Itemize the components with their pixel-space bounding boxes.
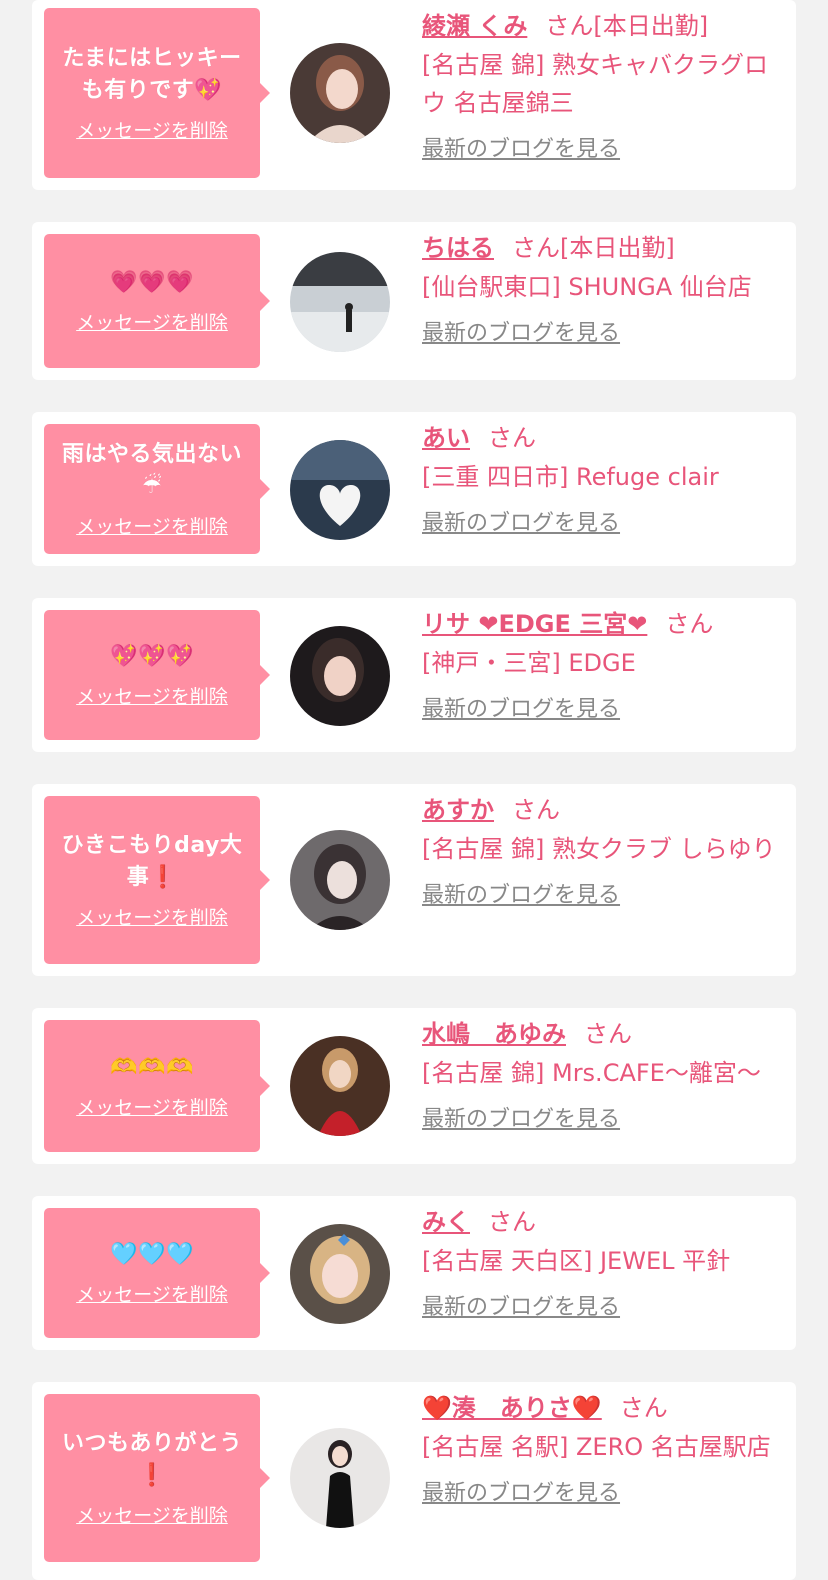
avatar[interactable] <box>290 1428 390 1528</box>
woman-red-dress-avatar-icon <box>290 1036 390 1136</box>
shop-name: [仙台駅東口] SHUNGA 仙台店 <box>422 273 752 301</box>
snow-scene-avatar-icon <box>290 252 390 352</box>
message-bubble: 雨はやる気出ない☔ メッセージを削除 <box>44 424 270 554</box>
entry-info: あすか さん [名古屋 錦] 熟女クラブ しらゆり 最新のブログを見る <box>422 790 782 912</box>
status-badge: [本日出勤] <box>593 12 709 40</box>
latest-blog-link[interactable]: 最新のブログを見る <box>422 1478 620 1510</box>
cast-name-link[interactable]: ❤️湊 ありさ❤️ <box>422 1394 602 1422</box>
honorific: さん <box>512 796 560 824</box>
shop-name: [神戸・三宮] EDGE <box>422 649 636 677</box>
woman-black-dress-avatar-icon <box>290 1428 390 1528</box>
honorific: さん <box>584 1020 632 1048</box>
delete-message-link[interactable]: メッセージを削除 <box>76 906 228 930</box>
message-bubble: 🩵🩵🩵 メッセージを削除 <box>44 1208 270 1338</box>
message-text: たまにはヒッキーも有りです💖 <box>62 46 242 103</box>
entry-info: 水嶋 あゆみ さん [名古屋 錦] Mrs.CAFE〜離宮〜 最新のブログを見る <box>422 1014 782 1136</box>
honorific: さん <box>488 424 536 452</box>
latest-blog-link[interactable]: 最新のブログを見る <box>422 1292 620 1324</box>
woman-portrait-avatar-icon <box>290 43 390 143</box>
delete-message-link[interactable]: メッセージを削除 <box>76 1096 228 1120</box>
delete-message-link[interactable]: メッセージを削除 <box>76 119 228 143</box>
cast-name-link[interactable]: 綾瀬 くみ <box>422 12 527 40</box>
avatar[interactable] <box>290 1224 390 1324</box>
cast-name-link[interactable]: あすか <box>422 796 494 824</box>
status-badge: [本日出勤] <box>560 234 675 262</box>
message-bubble: たまにはヒッキーも有りです💖 メッセージを削除 <box>44 8 270 178</box>
name-row: 水嶋 あゆみ さん <box>422 1014 782 1054</box>
honorific: さん <box>619 1394 668 1422</box>
latest-blog-link[interactable]: 最新のブログを見る <box>422 134 620 166</box>
honorific: さん <box>545 12 594 40</box>
list-item: 💖💖💖 メッセージを削除 リサ ❤EDGE 三宮❤ さん [神戸・三宮] EDGE… <box>32 598 796 752</box>
message-text: 雨はやる気出ない☔ <box>61 442 242 499</box>
woman-portrait-avatar-icon <box>290 830 390 930</box>
shop-name: [名古屋 名駅] ZERO 名古屋駅店 <box>422 1433 771 1461</box>
message-bubble: ひきこもりday大事❗ メッセージを削除 <box>44 796 270 964</box>
message-text: 💗💗💗 <box>110 270 194 295</box>
shop-name: [名古屋 天白区] JEWEL 平針 <box>422 1247 731 1275</box>
avatar[interactable] <box>290 1036 390 1136</box>
entry-info: あい さん [三重 四日市] Refuge clair 最新のブログを見る <box>422 418 782 540</box>
entry-info: ❤️湊 ありさ❤️ さん [名古屋 名駅] ZERO 名古屋駅店 最新のブログを見… <box>422 1388 782 1510</box>
avatar[interactable] <box>290 440 390 540</box>
message-bubble: 💗💗💗 メッセージを削除 <box>44 234 270 368</box>
message-bubble: 🫶🫶🫶 メッセージを削除 <box>44 1020 270 1152</box>
name-row: みく さん <box>422 1202 782 1242</box>
entry-info: 綾瀬 くみ さん[本日出勤] [名古屋 錦] 熟女キャバクラグロウ 名古屋錦三 最… <box>422 6 782 166</box>
shop-name: [名古屋 錦] Mrs.CAFE〜離宮〜 <box>422 1059 761 1087</box>
shop-name: [三重 四日市] Refuge clair <box>422 463 719 491</box>
message-text: いつもありがとう❗ <box>61 1431 242 1488</box>
list-item: たまにはヒッキーも有りです💖 メッセージを削除 綾瀬 くみ さん[本日出勤] [名… <box>32 0 796 190</box>
heart-avatar-icon <box>290 440 390 540</box>
list-item: ひきこもりday大事❗ メッセージを削除 あすか さん [名古屋 錦] 熟女クラブ… <box>32 784 796 976</box>
name-row: 綾瀬 くみ さん[本日出勤] <box>422 6 782 46</box>
woman-portrait-avatar-icon <box>290 1224 390 1324</box>
list-item: 💗💗💗 メッセージを削除 ちはる さん[本日出勤] [仙台駅東口] SHUNGA … <box>32 222 796 380</box>
delete-message-link[interactable]: メッセージを削除 <box>76 1504 228 1528</box>
delete-message-link[interactable]: メッセージを削除 <box>76 311 228 335</box>
message-text: 🫶🫶🫶 <box>110 1055 194 1080</box>
message-bubble: 💖💖💖 メッセージを削除 <box>44 610 270 740</box>
honorific: さん <box>512 234 560 262</box>
delete-message-link[interactable]: メッセージを削除 <box>76 685 228 709</box>
cast-name-link[interactable]: あい <box>422 424 470 452</box>
name-row: ちはる さん[本日出勤] <box>422 228 782 268</box>
name-row: あすか さん <box>422 790 782 830</box>
entry-info: みく さん [名古屋 天白区] JEWEL 平針 最新のブログを見る <box>422 1202 782 1324</box>
delete-message-link[interactable]: メッセージを削除 <box>76 515 228 539</box>
shop-name: [名古屋 錦] 熟女キャバクラグロウ 名古屋錦三 <box>422 51 768 117</box>
latest-blog-link[interactable]: 最新のブログを見る <box>422 508 620 540</box>
latest-blog-link[interactable]: 最新のブログを見る <box>422 318 620 350</box>
avatar[interactable] <box>290 626 390 726</box>
entry-info: ちはる さん[本日出勤] [仙台駅東口] SHUNGA 仙台店 最新のブログを見る <box>422 228 782 350</box>
cast-name-link[interactable]: 水嶋 あゆみ <box>422 1020 566 1048</box>
message-text: ひきこもりday大事❗ <box>61 833 243 890</box>
cast-name-link[interactable]: ちはる <box>422 234 494 262</box>
delete-message-link[interactable]: メッセージを削除 <box>76 1283 228 1307</box>
latest-blog-link[interactable]: 最新のブログを見る <box>422 1104 620 1136</box>
list-item: いつもありがとう❗ メッセージを削除 ❤️湊 ありさ❤️ さん [名古屋 名駅] … <box>32 1382 796 1580</box>
latest-blog-link[interactable]: 最新のブログを見る <box>422 880 620 912</box>
message-text: 🩵🩵🩵 <box>110 1242 194 1267</box>
woman-portrait-avatar-icon <box>290 626 390 726</box>
avatar[interactable] <box>290 830 390 930</box>
shop-name: [名古屋 錦] 熟女クラブ しらゆり <box>422 835 776 863</box>
name-row: リサ ❤EDGE 三宮❤ さん <box>422 604 782 644</box>
name-row: あい さん <box>422 418 782 458</box>
name-row: ❤️湊 ありさ❤️ さん <box>422 1388 782 1428</box>
latest-blog-link[interactable]: 最新のブログを見る <box>422 694 620 726</box>
message-bubble: いつもありがとう❗ メッセージを削除 <box>44 1394 270 1562</box>
entry-info: リサ ❤EDGE 三宮❤ さん [神戸・三宮] EDGE 最新のブログを見る <box>422 604 782 726</box>
list-item: 🩵🩵🩵 メッセージを削除 みく さん [名古屋 天白区] JEWEL 平針 最新の… <box>32 1196 796 1350</box>
avatar[interactable] <box>290 252 390 352</box>
message-text: 💖💖💖 <box>110 644 194 669</box>
cast-name-link[interactable]: みく <box>422 1208 470 1236</box>
honorific: さん <box>665 610 714 638</box>
honorific: さん <box>488 1208 536 1236</box>
cast-name-link[interactable]: リサ ❤EDGE 三宮❤ <box>422 610 647 638</box>
list-item: 雨はやる気出ない☔ メッセージを削除 あい さん [三重 四日市] Refuge … <box>32 412 796 566</box>
avatar[interactable] <box>290 43 390 143</box>
list-item: 🫶🫶🫶 メッセージを削除 水嶋 あゆみ さん [名古屋 錦] Mrs.CAFE〜離… <box>32 1008 796 1164</box>
